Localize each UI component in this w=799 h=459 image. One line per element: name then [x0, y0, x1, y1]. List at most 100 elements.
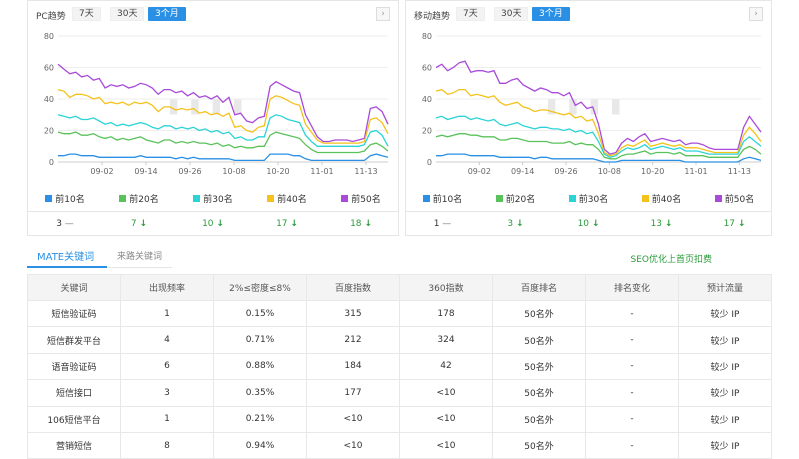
frequency-cell: 4 — [120, 326, 214, 354]
mobile-trend-panel: 移动趋势 7天 30天 3个月 › ▮ ▮ ▮ ▮ 0 20 40 60 80 09-02… — [405, 0, 772, 236]
tab-source-keywords[interactable]: 来路关键词 — [117, 249, 162, 262]
est-traffic-link[interactable]: 较少 IP — [678, 352, 772, 381]
baidu-index-cell: 212 — [306, 326, 400, 354]
legend-item[interactable]: 前20名 — [479, 191, 552, 205]
down-arrow-icon: ↓ — [591, 219, 600, 229]
legend-item[interactable]: 前10名 — [406, 191, 479, 205]
index-360-cell: <10 — [399, 405, 493, 433]
pc-trend-panel: PC趋势 7天 30天 3个月 › ▮ ▮ ▮ ▮ 0 20 40 60 80 09-02… — [27, 0, 399, 236]
baidu-index-cell: <10 — [306, 431, 400, 459]
flat-icon: — — [442, 219, 452, 229]
legend-item[interactable]: 前20名 — [102, 191, 176, 205]
keyword-cell: 短信验证码 — [27, 299, 121, 328]
col-keyword[interactable]: 关键词 — [27, 274, 121, 301]
count-item: 7 ↓ — [130, 219, 148, 229]
range-3m-button[interactable]: 3个月 — [532, 7, 570, 21]
y-tick-label: 0 — [49, 158, 54, 167]
pc-trend-title: PC趋势 — [36, 12, 66, 22]
series-line-5 — [58, 153, 389, 162]
legend-item[interactable]: 前40名 — [250, 191, 324, 205]
density-cell: 0.35% — [213, 379, 307, 407]
count-item: 10 ↓ — [577, 219, 600, 229]
y-tick-label: 60 — [44, 64, 54, 73]
baidu-rank-cell: 50名外 — [492, 352, 586, 381]
x-tick-label: 09-14 — [511, 167, 534, 176]
active-tab-underline — [27, 266, 107, 268]
down-arrow-icon: ↓ — [737, 219, 746, 229]
x-tick-label: 09-26 — [178, 167, 201, 176]
col-frequency[interactable]: 出现频率 — [120, 274, 214, 301]
y-tick-label: 40 — [422, 95, 432, 104]
series-line-5 — [436, 153, 762, 163]
index-360-cell: 42 — [399, 352, 493, 381]
col-baidu-index[interactable]: 百度指数 — [306, 274, 400, 301]
x-tick-label: 10-08 — [222, 167, 245, 176]
baidu-rank-cell: 50名外 — [492, 405, 586, 433]
tab-mate-keywords[interactable]: MATE关键词 — [37, 248, 94, 263]
density-cell: 0.21% — [213, 405, 307, 433]
range-30d-button[interactable]: 30天 — [110, 7, 145, 21]
legend-item[interactable]: 前30名 — [552, 191, 625, 205]
est-traffic-link[interactable]: 较少 IP — [678, 431, 772, 459]
legend-item[interactable]: 前10名 — [28, 191, 102, 205]
frequency-cell: 1 — [120, 299, 214, 328]
next-arrow-icon[interactable]: › — [376, 7, 390, 21]
legend-swatch-icon — [495, 194, 503, 202]
y-tick-label: 80 — [422, 32, 432, 41]
baidu-index-cell: 177 — [306, 379, 400, 407]
legend-swatch-icon — [267, 194, 275, 202]
legend-item[interactable]: 前50名 — [698, 191, 771, 205]
down-arrow-icon: ↓ — [664, 219, 673, 229]
baidu-index-cell: <10 — [306, 405, 400, 433]
x-tick-label: 11-01 — [684, 167, 707, 176]
y-tick-label: 60 — [422, 64, 432, 73]
baidu-rank-cell: 50名外 — [492, 326, 586, 354]
x-tick-label: 10-08 — [598, 167, 621, 176]
est-traffic-link[interactable]: 较少 IP — [678, 405, 772, 433]
count-item: 17 ↓ — [276, 219, 298, 229]
pc-trend-chart: 0 20 40 60 80 09-02 09-14 09-26 10-08 10-20 11-01 1… — [44, 32, 389, 176]
keyword-cell: 106短信平台 — [27, 405, 121, 433]
col-baidu-rank[interactable]: 百度排名 — [492, 274, 586, 301]
frequency-cell: 6 — [120, 352, 214, 381]
legend-item[interactable]: 前50名 — [324, 191, 398, 205]
legend-item[interactable]: 前40名 — [625, 191, 698, 205]
est-traffic-link[interactable]: 较少 IP — [678, 379, 772, 407]
density-cell: 0.94% — [213, 431, 307, 459]
x-tick-label: 09-14 — [134, 167, 157, 176]
down-arrow-icon: ↓ — [290, 219, 298, 229]
col-est-traffic[interactable]: 预计流量 — [678, 274, 772, 301]
range-7d-button[interactable]: 7天 — [72, 7, 101, 21]
range-3m-button[interactable]: 3个月 — [148, 7, 186, 21]
seo-optimize-link[interactable]: SEO优化上首页扣费 — [631, 252, 712, 265]
x-tick-label: 09-02 — [90, 167, 113, 176]
legend-swatch-icon — [341, 194, 349, 202]
col-density[interactable]: 2%≤密度≤8% — [213, 274, 307, 301]
est-traffic-link[interactable]: 较少 IP — [678, 299, 772, 328]
density-cell: 0.71% — [213, 326, 307, 354]
col-360-index[interactable]: 360指数 — [399, 274, 493, 301]
keyword-table: 关键词 出现频率 2%≤密度≤8% 百度指数 360指数 百度排名 排名变化 预… — [27, 274, 772, 459]
table-row: 短信群发平台 4 0.71% 212 324 50名外 - 较少 IP — [27, 326, 772, 354]
count-item: 3 ↓ — [507, 219, 524, 229]
down-arrow-icon: ↓ — [139, 219, 148, 229]
divider — [28, 211, 398, 212]
est-traffic-link[interactable]: 较少 IP — [678, 326, 772, 354]
range-7d-button[interactable]: 7天 — [456, 7, 485, 21]
baidu-index-cell: 315 — [306, 299, 400, 328]
legend-swatch-icon — [568, 194, 576, 202]
rank-change-cell: - — [585, 352, 679, 381]
legend-swatch-icon — [45, 194, 53, 202]
keyword-tabs: MATE关键词 来路关键词 SEO优化上首页扣费 — [27, 244, 772, 268]
rank-change-cell: - — [585, 379, 679, 407]
tab-divider — [107, 267, 172, 268]
legend-swatch-icon — [422, 194, 430, 202]
y-tick-label: 20 — [422, 127, 432, 136]
col-rank-change[interactable]: 排名变化 — [585, 274, 679, 301]
divider — [406, 211, 771, 212]
range-30d-button[interactable]: 30天 — [494, 7, 529, 21]
legend-item[interactable]: 前30名 — [176, 191, 250, 205]
index-360-cell: 324 — [399, 326, 493, 354]
next-arrow-icon[interactable]: › — [749, 7, 763, 21]
keyword-table-body: 短信验证码 1 0.15% 315 178 50名外 - 较少 IP 短信群发平台 4 0.71% 2… — [27, 299, 772, 459]
